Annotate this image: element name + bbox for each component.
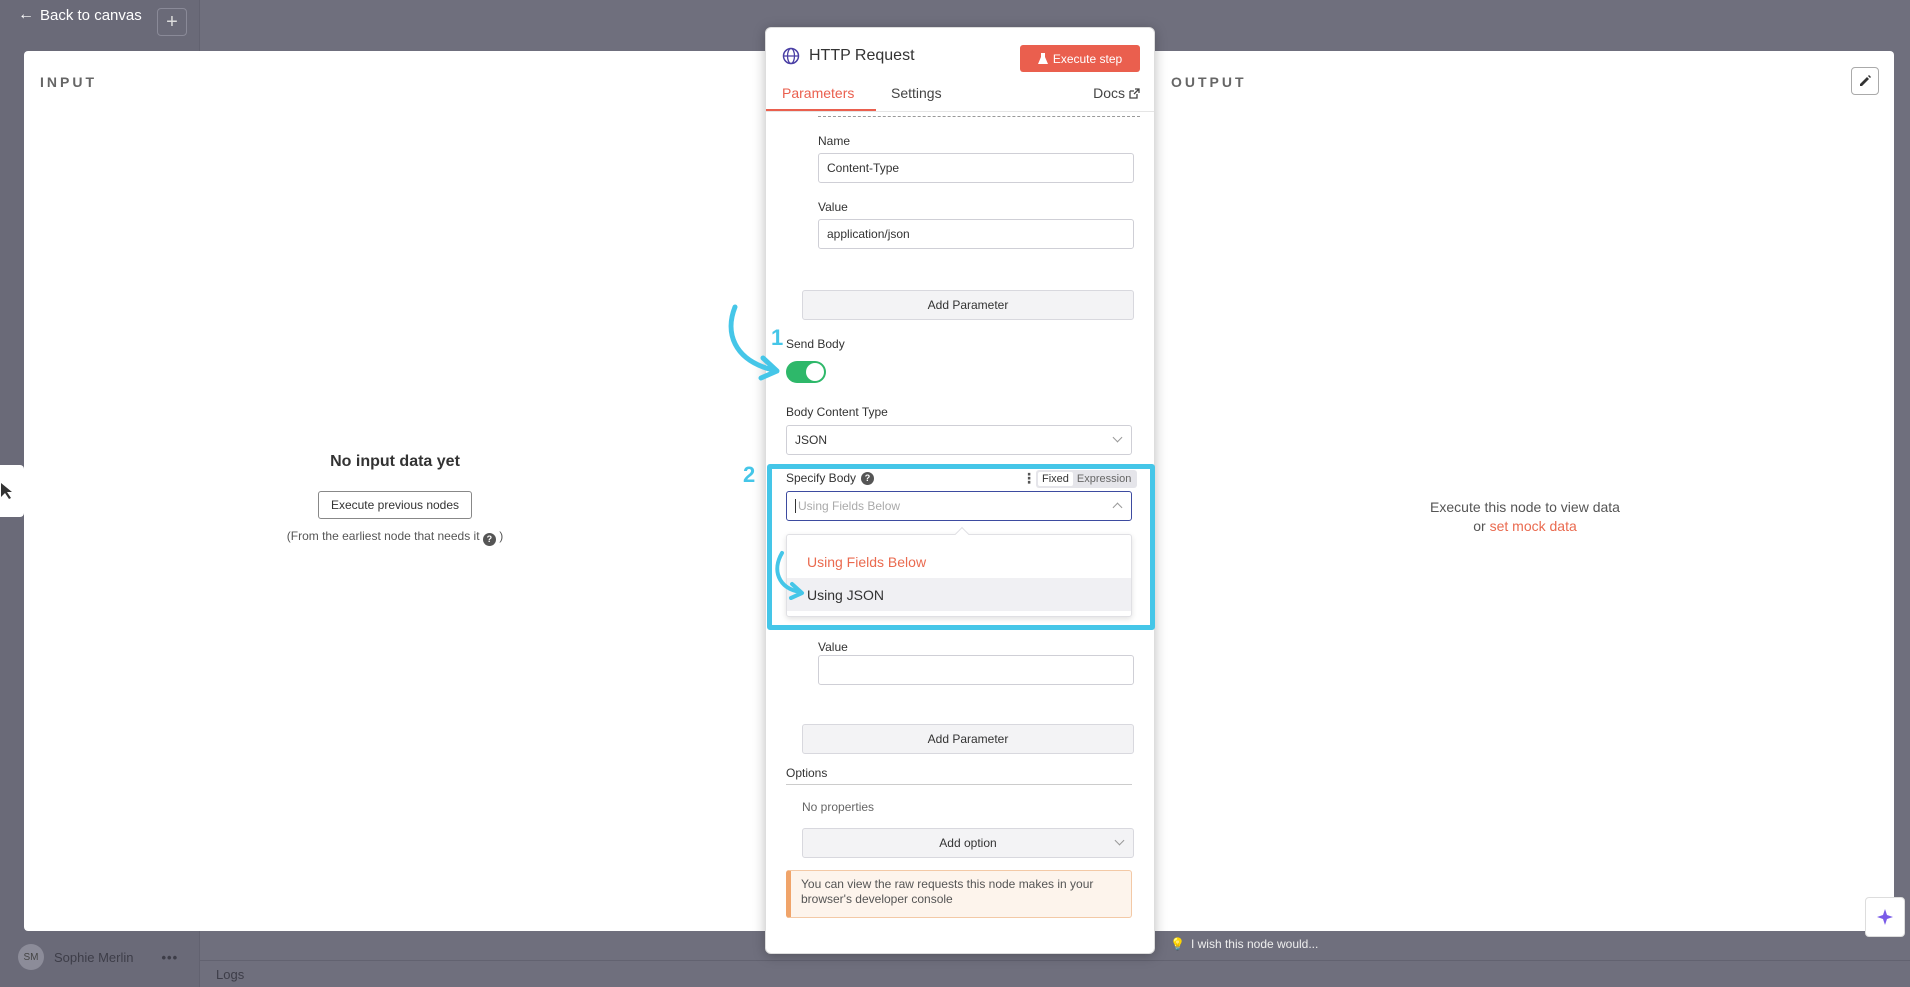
no-properties-text: No properties [802, 800, 875, 814]
step-1-arrow-icon [728, 304, 780, 381]
cursor-icon [1, 483, 12, 499]
set-mock-data-link[interactable]: set mock data [1490, 518, 1577, 534]
feedback-label: I wish this node would... [1190, 937, 1319, 951]
step-2-arrow-icon [775, 551, 804, 600]
node-header: HTTP Request Execute step Parameters Set… [766, 28, 1154, 112]
options-divider [786, 784, 1132, 785]
execute-step-label: Execute step [1052, 51, 1123, 66]
add-option-label: Add option [939, 836, 997, 850]
body-content-type-value: JSON [795, 433, 828, 447]
header-name-input[interactable]: Content-Type [818, 153, 1134, 183]
tab-underline [766, 109, 876, 111]
tab-settings[interactable]: Settings [891, 85, 942, 101]
execute-previous-nodes-button[interactable]: Execute previous nodes [317, 491, 473, 519]
back-to-canvas-link[interactable]: ← Back to canvas [18, 6, 142, 24]
input-empty-state: No input data yet Execute previous nodes… [230, 453, 560, 546]
user-menu[interactable]: SM Sophie Merlin ••• [18, 944, 178, 970]
flask-icon [1037, 52, 1048, 64]
header-value-input[interactable]: application/json [818, 219, 1134, 249]
name-label: Name [818, 134, 851, 148]
step-2-highlight [767, 464, 1155, 630]
value-label-2: Value [818, 640, 848, 654]
add-parameter-button[interactable]: Add Parameter [802, 290, 1134, 320]
developer-console-notice: You can view the raw requests this node … [786, 870, 1132, 918]
chevron-down-icon [1114, 835, 1125, 846]
options-title: Options [786, 766, 828, 780]
globe-icon [782, 47, 800, 65]
chevron-down-icon [1112, 432, 1123, 443]
feedback-link[interactable]: 💡 I wish this node would... [1170, 937, 1318, 951]
pencil-icon [1860, 75, 1871, 86]
logs-label: Logs [216, 967, 245, 982]
input-note: (From the earliest node that needs it ? … [230, 529, 560, 546]
tab-parameters[interactable]: Parameters [782, 85, 854, 101]
output-empty-state: Execute this node to view data or set mo… [1390, 498, 1660, 536]
edit-output-button[interactable] [1851, 67, 1879, 95]
docs-label: Docs [1093, 85, 1125, 101]
input-note-close: ) [499, 529, 504, 543]
docs-link[interactable]: Docs [1093, 85, 1140, 101]
sparkle-icon [1877, 909, 1893, 925]
output-or-text: or [1473, 518, 1486, 534]
send-body-toggle[interactable] [786, 361, 826, 383]
body-content-type-label: Body Content Type [786, 405, 888, 419]
add-option-select[interactable]: Add option [802, 828, 1134, 858]
value-label: Value [818, 200, 848, 214]
avatar: SM [18, 944, 44, 970]
step-2-number: 2 [743, 462, 756, 487]
input-note-text: (From the earliest node that needs it [286, 529, 480, 543]
add-parameter-button-2[interactable]: Add Parameter [802, 724, 1134, 754]
external-link-icon [1129, 87, 1140, 99]
execute-step-button[interactable]: Execute step [1020, 45, 1140, 72]
lightbulb-icon: 💡 [1170, 937, 1185, 951]
user-name: Sophie Merlin [54, 949, 134, 965]
body-value-input[interactable] [818, 655, 1134, 685]
input-panel-title: INPUT [40, 74, 97, 90]
arrow-left-icon: ← [18, 6, 34, 23]
output-panel-title: OUTPUT [1171, 74, 1247, 90]
body-content-type-select[interactable]: JSON [786, 425, 1132, 455]
logs-bar[interactable]: Logs [200, 960, 1910, 987]
more-icon[interactable]: ••• [162, 950, 179, 965]
add-node-button[interactable]: + [157, 8, 187, 36]
drag-handle[interactable] [0, 465, 24, 517]
input-empty-title: No input data yet [330, 453, 460, 470]
output-empty-text: Execute this node to view data [1430, 499, 1620, 515]
ai-assistant-button[interactable] [1865, 897, 1905, 937]
send-body-label: Send Body [786, 337, 845, 351]
toggle-knob [806, 363, 824, 381]
help-icon[interactable]: ? [482, 532, 496, 546]
node-title[interactable]: HTTP Request [809, 47, 915, 65]
back-to-canvas-label: Back to canvas [40, 6, 142, 24]
divider [818, 116, 1140, 117]
